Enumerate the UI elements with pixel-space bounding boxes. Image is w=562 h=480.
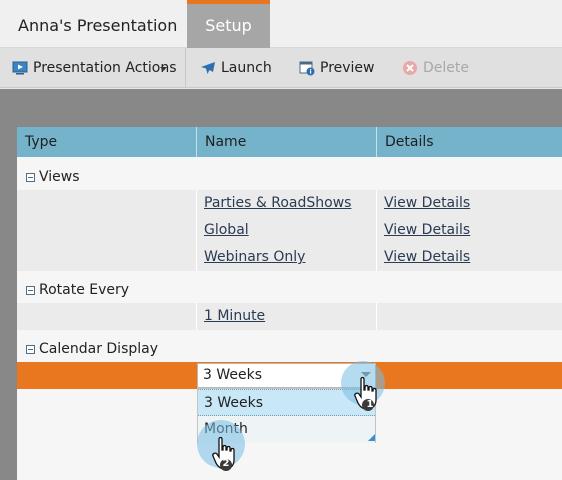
group-row-views (17, 164, 562, 191)
view-name-link[interactable]: Global (204, 217, 249, 244)
preview-icon (299, 61, 315, 76)
column-divider (196, 303, 197, 330)
delete-label: Delete (423, 60, 469, 76)
caret-down-icon (160, 67, 167, 71)
preview-button[interactable]: Preview (299, 48, 375, 88)
group-label-calendar: Calendar Display (39, 341, 159, 357)
column-divider (376, 303, 377, 330)
presentation-icon (12, 61, 28, 75)
collapse-icon[interactable] (26, 286, 35, 295)
view-name-link[interactable]: Parties & RoadShows (204, 190, 351, 217)
step-number: 1 (366, 399, 374, 410)
presentation-actions-label: Presentation Actions (33, 60, 177, 76)
airplane-icon (201, 62, 215, 74)
presentation-actions-button[interactable]: Presentation Actions (12, 48, 177, 88)
step-number: 2 (222, 458, 230, 469)
collapse-icon[interactable] (26, 345, 35, 354)
column-header-details[interactable]: Details (377, 127, 562, 157)
tab-presentation[interactable]: Anna's Presentation (0, 0, 186, 48)
delete-icon (403, 61, 417, 75)
table-row (17, 303, 562, 330)
view-details-link[interactable]: View Details (384, 217, 470, 244)
delete-button[interactable]: Delete (402, 48, 472, 88)
collapse-icon[interactable] (26, 173, 35, 182)
table-row (17, 217, 562, 244)
view-details-link[interactable]: View Details (384, 190, 470, 217)
group-label-views: Views (39, 169, 80, 185)
view-details-link[interactable]: View Details (384, 244, 470, 271)
view-name-link[interactable]: Webinars Only (204, 244, 305, 271)
group-label-rotate: Rotate Every (39, 282, 130, 298)
calendar-display-value: 3 Weeks (203, 367, 263, 383)
launch-button[interactable]: Launch (200, 48, 272, 88)
tab-setup[interactable]: Setup (187, 0, 270, 48)
column-divider (376, 190, 377, 271)
rotate-interval-link[interactable]: 1 Minute (204, 303, 265, 330)
resize-handle[interactable] (368, 434, 375, 441)
column-divider (196, 190, 197, 271)
toolbar-divider (185, 48, 186, 88)
column-header-name[interactable]: Name (197, 127, 376, 157)
preview-label: Preview (320, 60, 375, 76)
column-header-type[interactable]: Type (17, 127, 196, 157)
launch-label: Launch (221, 60, 272, 76)
